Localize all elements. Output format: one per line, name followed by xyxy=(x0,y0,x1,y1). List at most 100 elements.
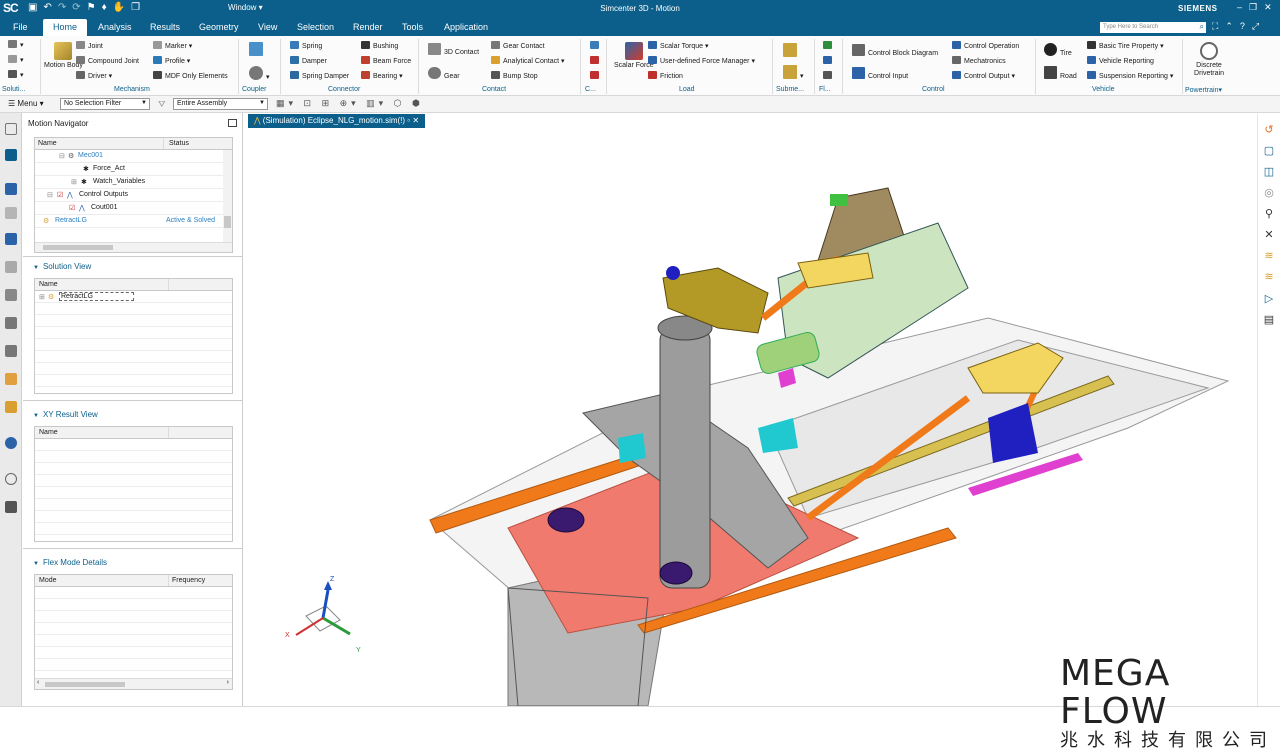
profile-button[interactable]: Profile ▾ xyxy=(153,56,190,66)
tab-analysis[interactable]: Analysis xyxy=(98,22,132,32)
solution-icon[interactable]: ▾ xyxy=(8,40,24,50)
spring-damper-button[interactable]: Spring Damper xyxy=(290,71,349,81)
column-name-header[interactable]: Name xyxy=(39,429,58,436)
close-tab-icon[interactable]: ✕ xyxy=(412,116,419,125)
postprocess-icon[interactable]: ≋ xyxy=(1262,271,1276,284)
tab-render[interactable]: Render xyxy=(353,22,383,32)
graphics-viewport[interactable]: Z X Y xyxy=(248,128,1256,707)
help-icon[interactable]: ? xyxy=(1240,21,1245,32)
clock-icon[interactable] xyxy=(5,473,17,485)
expand-icon[interactable]: ⤢ xyxy=(1252,21,1259,32)
group-solution-label[interactable]: Soluti... xyxy=(2,86,25,93)
submechanism-icon-2[interactable]: ▾ xyxy=(783,65,804,81)
command-search-input[interactable]: Type Here to Search ⌕ xyxy=(1100,22,1206,33)
tree-row-mec001[interactable]: ⊟ ⚙ Mec001 xyxy=(35,150,232,163)
tire-button[interactable]: Tire xyxy=(1044,43,1072,58)
road-button[interactable]: Road xyxy=(1044,66,1077,81)
tree-row-retractlg[interactable]: ⚙ RetractLG Active & Solved xyxy=(35,215,232,228)
flex-icon-2[interactable] xyxy=(823,56,835,66)
tree-row-force-act[interactable]: ✱ Force_Act xyxy=(35,163,232,176)
control-input-button[interactable]: Control Input xyxy=(852,67,908,81)
history-icon[interactable] xyxy=(5,289,17,301)
control-output-button[interactable]: Control Output ▾ xyxy=(952,71,1015,81)
assembly-navigator-icon[interactable] xyxy=(5,207,17,219)
animation-icon[interactable]: ≋ xyxy=(1262,250,1276,263)
tab-selection[interactable]: Selection xyxy=(297,22,334,32)
basic-tire-property-button[interactable]: Basic Tire Property ▾ xyxy=(1087,41,1164,51)
flex-icon-1[interactable] xyxy=(823,41,835,51)
simulation-file-tab[interactable]: ⋀ (Simulation) Eclipse_NLG_motion.sim(!)… xyxy=(248,114,426,128)
tab-results[interactable]: Results xyxy=(150,22,180,32)
friction-button[interactable]: Friction xyxy=(648,71,683,81)
play-icon[interactable]: ▷ xyxy=(1262,293,1276,306)
bearing-button[interactable]: Bearing ▾ xyxy=(361,71,403,81)
tab-application[interactable]: Application xyxy=(444,22,488,32)
collapse-ribbon-icon[interactable]: ⌃ xyxy=(1225,21,1233,32)
analytical-contact-button[interactable]: Analytical Contact ▾ xyxy=(491,56,565,66)
column-frequency-header[interactable]: Frequency xyxy=(172,577,205,584)
group-submechanism-label[interactable]: Subme... xyxy=(776,86,804,93)
selection-filter-dropdown[interactable]: No Selection Filter ▼ xyxy=(60,98,150,110)
selection-tools-icons[interactable]: ▦▾ ⊡ ⊞ ⊕▾ ▥▾ ⬡ ⬢ xyxy=(276,98,424,109)
mdf-only-elements-button[interactable]: MDF Only Elements xyxy=(153,71,228,81)
group-load-label[interactable]: Load xyxy=(679,86,695,93)
group-contact-label[interactable]: Contact xyxy=(482,86,506,93)
minimize-icon[interactable]: – xyxy=(1237,2,1242,13)
gear-coupler-icon[interactable]: ▾ xyxy=(249,66,270,82)
tree-row-watch-variables[interactable]: ⊞ ✱ Watch_Variables xyxy=(35,176,232,189)
mechatronics-button[interactable]: Mechatronics xyxy=(952,56,1006,66)
control-operation-button[interactable]: Control Operation xyxy=(952,41,1019,51)
group-mechanism-label[interactable]: Mechanism xyxy=(114,86,150,93)
group-coupler-label[interactable]: Coupler xyxy=(242,86,267,93)
3d-contact-button[interactable]: 3D Contact xyxy=(428,43,479,57)
bump-stop-button[interactable]: Bump Stop xyxy=(491,71,538,81)
vertical-scrollbar[interactable] xyxy=(223,150,232,242)
group-vehicle-label[interactable]: Vehicle xyxy=(1092,86,1115,93)
coupler-icon[interactable] xyxy=(249,42,266,58)
close-icon[interactable]: ✕ xyxy=(1264,2,1272,13)
tree-row-cout001[interactable]: ☑ ⋀ Cout001 xyxy=(35,202,232,215)
solution-view-header[interactable]: ▼ Solution View xyxy=(33,262,91,271)
flex-icon-3[interactable] xyxy=(823,71,835,81)
column-status-header[interactable]: Status xyxy=(169,140,189,147)
gear-button[interactable]: Gear xyxy=(428,67,460,81)
part-navigator-icon[interactable] xyxy=(5,183,17,195)
view-triad[interactable] xyxy=(295,581,351,636)
square-view-icon[interactable]: ▢ xyxy=(1262,145,1276,158)
tab-home[interactable]: Home xyxy=(43,19,88,36)
group-c-label[interactable]: C... xyxy=(585,86,596,93)
c-group-icon-3[interactable] xyxy=(590,71,602,81)
restore-icon[interactable]: ❐ xyxy=(1249,2,1257,13)
gear-contact-button[interactable]: Gear Contact xyxy=(491,41,545,51)
spring-button[interactable]: Spring xyxy=(290,41,322,51)
damper-button[interactable]: Damper xyxy=(290,56,327,66)
horizontal-scrollbar[interactable] xyxy=(35,242,232,252)
tools-icon[interactable] xyxy=(5,501,17,513)
reuse-library-icon[interactable] xyxy=(5,233,17,245)
measure-icon[interactable]: ⚲ xyxy=(1262,208,1276,221)
control-block-diagram-button[interactable]: Control Block Diagram xyxy=(852,44,938,58)
discrete-drivetrain-button[interactable]: Discrete Drivetrain xyxy=(1190,42,1228,78)
tab-file[interactable]: File xyxy=(13,22,28,32)
filter-icon[interactable]: ⛛ xyxy=(158,99,166,110)
joint-button[interactable]: Joint xyxy=(76,41,103,51)
fullscreen-icon[interactable]: ⛶ xyxy=(1212,21,1218,32)
beam-force-button[interactable]: Beam Force xyxy=(361,56,411,66)
c-group-icon-2[interactable] xyxy=(590,56,602,66)
c-group-icon-1[interactable] xyxy=(590,41,602,51)
undo-view-icon[interactable]: ↺ xyxy=(1262,124,1276,137)
user-defined-force-manager-button[interactable]: User-defined Force Manager ▾ xyxy=(648,56,755,66)
globe-icon[interactable] xyxy=(5,437,17,449)
suspension-reporting-button[interactable]: Suspension Reporting ▾ xyxy=(1087,71,1173,81)
layout-icon[interactable]: ◫ xyxy=(1262,166,1276,179)
compound-joint-button[interactable]: Compound Joint xyxy=(76,56,139,66)
assembly-scope-dropdown[interactable]: Entire Assembly ▼ xyxy=(173,98,268,110)
tree-row-control-outputs[interactable]: ⊟ ☑ ⋀ Control Outputs xyxy=(35,189,232,202)
solution-row-retractlg[interactable]: ⊞ ⚙ RetractLG xyxy=(35,291,232,303)
search-icon[interactable]: ⌕ xyxy=(1200,22,1204,32)
visibility-icon[interactable]: ◎ xyxy=(1262,187,1276,200)
horizontal-scrollbar[interactable]: ‹ › xyxy=(35,678,232,689)
group-control-label[interactable]: Control xyxy=(922,86,945,93)
xy-result-view-header[interactable]: ▼ XY Result View xyxy=(33,410,98,419)
column-mode-header[interactable]: Mode xyxy=(39,577,57,584)
